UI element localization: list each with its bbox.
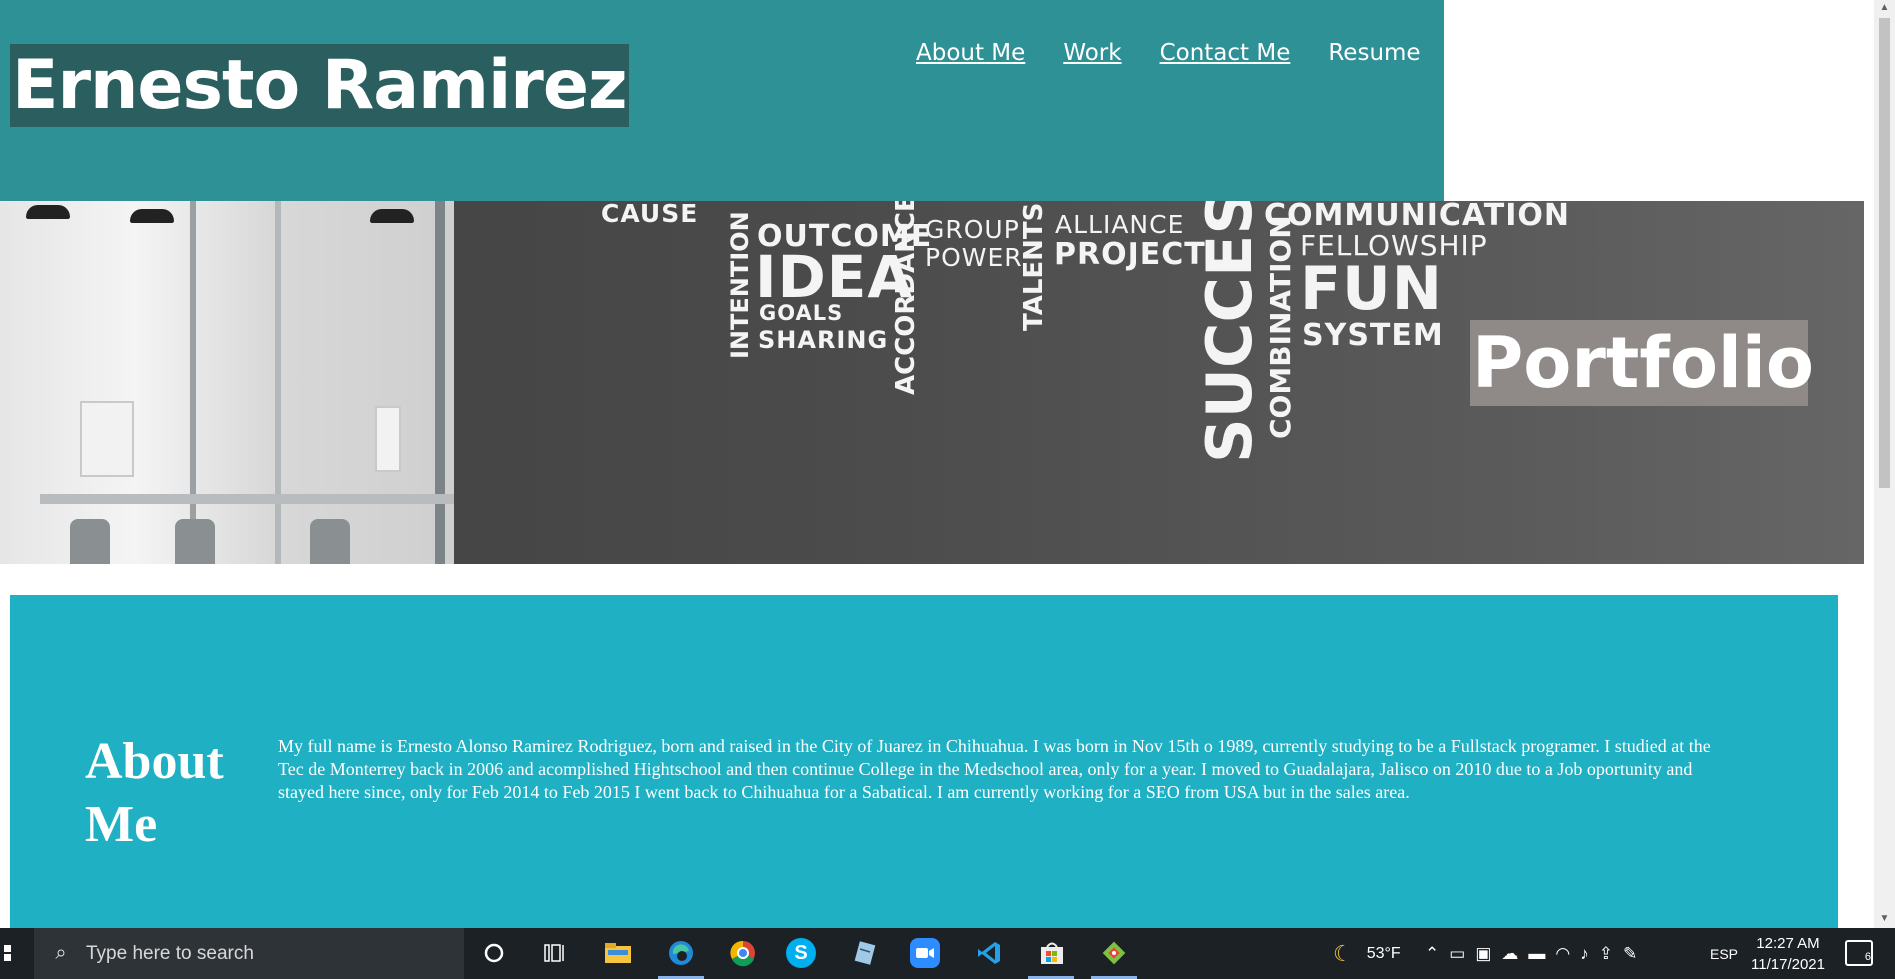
lamp — [26, 205, 70, 219]
file-explorer-icon[interactable] — [601, 936, 635, 970]
language-indicator[interactable]: ESP — [1710, 928, 1738, 979]
upload-icon[interactable]: ⇪ — [1599, 944, 1613, 964]
nav-link-resume[interactable]: Resume — [1328, 38, 1420, 68]
wordcloud-word: GROUP — [925, 215, 1020, 244]
notification-center-icon[interactable]: 6 — [1845, 940, 1873, 966]
clock-time: 12:27 AM — [1756, 935, 1820, 952]
wordcloud-word: INTENTION — [726, 211, 754, 359]
notepad-icon[interactable] — [848, 936, 882, 970]
wordcloud-word: CAUSE — [601, 201, 699, 228]
nav-link-contact-me[interactable]: Contact Me — [1160, 38, 1291, 68]
nav-link-about-me[interactable]: About Me — [916, 38, 1025, 68]
nav-link-work[interactable]: Work — [1063, 38, 1121, 68]
wordcloud-word: SHARING — [758, 326, 889, 354]
wordcloud-word: ACCORDANCE — [891, 201, 921, 395]
office-pillar — [190, 201, 196, 564]
chrome-icon[interactable] — [726, 936, 760, 970]
site-title: Ernesto Ramirez — [10, 44, 629, 127]
wordcloud-word: GOALS — [759, 301, 844, 325]
lamp — [130, 209, 174, 223]
hero-banner: CAUSE OUTCOME IDEA GOALS SHARING GROUP P… — [0, 201, 1864, 564]
scroll-up-icon[interactable]: ▲ — [1879, 2, 1890, 14]
wordcloud-word: SYSTEM — [1302, 318, 1444, 353]
taskbar-search[interactable]: ⌕ Type here to search — [34, 928, 464, 979]
git-icon[interactable] — [1097, 936, 1131, 970]
zoom-icon[interactable] — [910, 938, 940, 968]
scrollbar-thumb[interactable] — [1879, 18, 1890, 488]
cortana-icon[interactable] — [477, 936, 511, 970]
chevron-up-icon[interactable]: ⌃ — [1425, 944, 1439, 964]
about-text: My full name is Ernesto Alonso Ramirez R… — [278, 736, 1711, 802]
office-pillar — [435, 201, 445, 564]
site-header: Ernesto Ramirez About Me Work Contact Me… — [0, 0, 1444, 201]
vscode-icon[interactable] — [972, 936, 1006, 970]
wifi-icon[interactable]: ◠ — [1555, 944, 1570, 964]
page-scrollbar[interactable]: ▲ ▼ — [1874, 0, 1895, 928]
search-placeholder: Type here to search — [86, 942, 254, 964]
meet-now-icon[interactable]: ▭ — [1449, 944, 1465, 964]
task-view-icon[interactable] — [538, 936, 572, 970]
windows-logo-icon — [4, 945, 11, 952]
portfolio-label: Portfolio — [1470, 320, 1815, 406]
system-tray: ⌃ ▭ ▣ ☁ ▬ ◠ ♪ ⇪ ✎ — [1425, 928, 1637, 979]
moon-icon: ☾ — [1333, 940, 1353, 966]
store-icon[interactable] — [1035, 936, 1069, 970]
pen-icon[interactable]: ✎ — [1623, 944, 1637, 964]
wordcloud-word: COMBINATION — [1264, 215, 1297, 439]
office-monitor — [80, 401, 134, 477]
wordcloud-word: POWER — [925, 243, 1023, 272]
taskbar-clock[interactable]: 12:27 AM 11/17/2021 — [1745, 933, 1831, 975]
notification-count: 6 — [1864, 951, 1871, 963]
about-section: About Me My full name is Ernesto Alonso … — [10, 595, 1838, 935]
office-desk — [40, 494, 454, 504]
about-heading: About Me — [85, 733, 224, 853]
main-nav: About Me Work Contact Me Resume — [916, 38, 1421, 68]
search-icon: ⌕ — [55, 942, 67, 964]
windows-taskbar: ⌕ Type here to search S ☾ 53°F ⌃ ▭ ▣ ☁ ▬… — [0, 928, 1895, 979]
wordcloud-word: ALLIANCE — [1055, 210, 1185, 239]
onedrive-icon[interactable]: ☁ — [1501, 944, 1518, 964]
start-button[interactable] — [0, 928, 34, 979]
display-icon[interactable]: ▣ — [1475, 944, 1491, 964]
office-pillar — [275, 201, 281, 564]
wordcloud-word: TALENTS — [1019, 202, 1049, 331]
weather-widget[interactable]: ☾ 53°F — [1333, 928, 1401, 979]
office-photo — [0, 201, 454, 564]
volume-icon[interactable]: ♪ — [1580, 944, 1589, 964]
weather-temp: 53°F — [1366, 944, 1401, 962]
wordcloud-word: FUN — [1300, 254, 1443, 324]
clock-date: 11/17/2021 — [1751, 956, 1825, 973]
windows-logo-icon-part — [4, 954, 11, 961]
battery-icon[interactable]: ▬ — [1528, 944, 1545, 964]
office-chair — [175, 519, 215, 564]
wordcloud-word: PROJECT — [1054, 237, 1206, 272]
edge-icon[interactable] — [664, 936, 698, 970]
scroll-down-icon[interactable]: ▼ — [1879, 913, 1890, 925]
skype-icon[interactable]: S — [786, 938, 816, 968]
wordcloud-word: SUCCESS — [1193, 201, 1266, 463]
office-chair — [310, 519, 350, 564]
lamp — [370, 209, 414, 223]
office-chair — [70, 519, 110, 564]
office-monitor — [375, 406, 401, 472]
